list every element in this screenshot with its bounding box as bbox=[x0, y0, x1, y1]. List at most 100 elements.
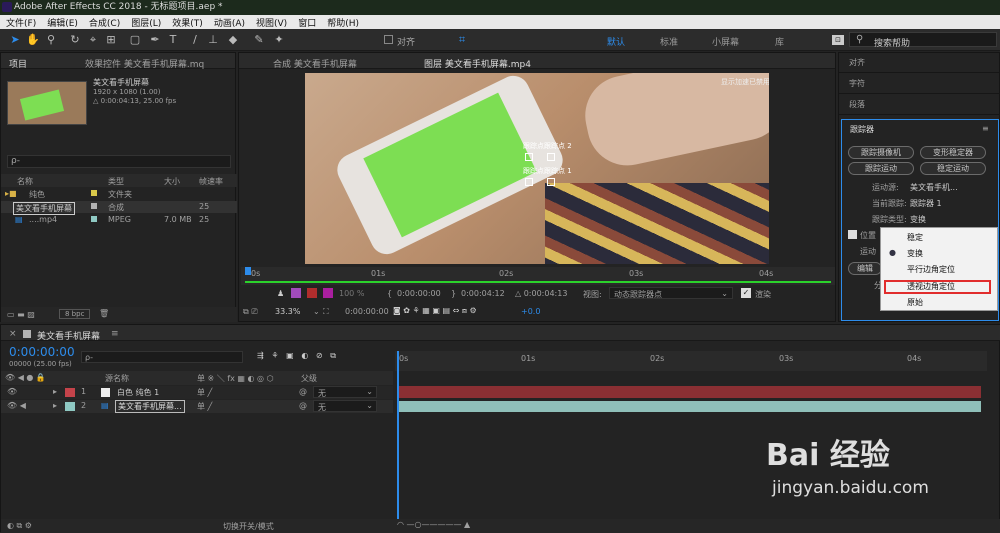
color-icon[interactable] bbox=[323, 288, 333, 298]
menu-item-perspective-corner-pin[interactable]: 透视边角定位 bbox=[907, 281, 955, 293]
pickwhip-icon[interactable]: @ bbox=[299, 387, 307, 396]
panel-menu-icon[interactable]: ≡ bbox=[111, 329, 119, 339]
menu-window[interactable]: 窗口 bbox=[298, 16, 316, 29]
toggle-switches-modes[interactable]: 切换开关/模式 bbox=[223, 521, 274, 532]
layout-icon[interactable]: ⊡ bbox=[832, 35, 844, 45]
col-name[interactable]: 名称 bbox=[17, 176, 33, 187]
camera-tool-icon[interactable]: ⌖ bbox=[86, 33, 100, 47]
clone-stamp-tool-icon[interactable]: ⊥ bbox=[206, 33, 220, 47]
timeline-toggle-icons[interactable]: ◐ ⧉ ⚙ bbox=[7, 521, 32, 531]
col-type[interactable]: 类型 bbox=[108, 176, 124, 187]
workspace-default[interactable]: 默认 bbox=[607, 35, 625, 48]
current-track-value[interactable]: 跟踪器 1 bbox=[910, 198, 942, 209]
paragraph-panel-header[interactable]: 段落 bbox=[839, 95, 1000, 115]
edit-target-button[interactable]: 编辑 bbox=[848, 262, 882, 275]
visibility-icon[interactable]: 👁 bbox=[7, 387, 17, 396]
timeline-timecode[interactable]: 0:00:00:00 bbox=[9, 345, 75, 359]
view-dropdown[interactable]: 动态跟踪器点 ⌄ bbox=[609, 287, 733, 299]
layer-label-color[interactable] bbox=[65, 402, 75, 411]
menu-item-raw[interactable]: 原始 bbox=[907, 297, 923, 309]
trash-icon[interactable]: 🗑 bbox=[99, 309, 109, 318]
menu-item-parallel-corner-pin[interactable]: 平行边角定位 bbox=[907, 264, 955, 276]
menu-item-transform[interactable]: 变换 bbox=[907, 248, 923, 260]
tab-timeline-comp[interactable]: 美文看手机屏幕 bbox=[37, 329, 100, 342]
type-tool-icon[interactable]: T bbox=[166, 33, 180, 47]
close-icon[interactable]: × bbox=[9, 329, 17, 339]
menu-layer[interactable]: 图层(L) bbox=[131, 16, 161, 29]
layer-label-color[interactable] bbox=[65, 388, 75, 397]
table-row[interactable]: 👁 ◀ ▸ 2 ▤ 美文看手机屏幕... 单 ╱ @ 无 ⌄ bbox=[1, 400, 393, 413]
zoom-value[interactable]: 33.3% bbox=[275, 307, 300, 316]
roto-brush-tool-icon[interactable]: ✎ bbox=[252, 33, 266, 47]
position-checkbox[interactable] bbox=[848, 230, 857, 239]
track-camera-button[interactable]: 跟踪摄像机 bbox=[848, 146, 914, 159]
current-time-indicator[interactable] bbox=[397, 351, 399, 521]
in-point-bracket-icon[interactable]: { bbox=[387, 289, 392, 298]
layer-1-duration-bar[interactable] bbox=[397, 386, 981, 398]
pan-behind-tool-icon[interactable]: ⊞ bbox=[104, 33, 118, 47]
brush-tool-icon[interactable]: / bbox=[188, 33, 202, 47]
zoom-slider[interactable]: ◠ —○————— ▲ bbox=[397, 520, 470, 529]
rotate-tool-icon[interactable]: ↻ bbox=[68, 33, 82, 47]
snap-icon[interactable]: ⌗ bbox=[455, 33, 469, 47]
shy-switch-icon[interactable]: 单 ╱ bbox=[197, 401, 212, 412]
panel-menu-icon[interactable]: ≡ bbox=[982, 124, 989, 133]
menu-item-stabilize[interactable]: 稳定 bbox=[907, 232, 923, 244]
puppet-tool-icon[interactable]: ✦ bbox=[272, 33, 286, 47]
parent-dropdown[interactable]: 无 ⌄ bbox=[313, 400, 377, 412]
visibility-icon[interactable]: 👁 ◀ bbox=[7, 401, 26, 410]
fill-icon[interactable] bbox=[307, 288, 317, 298]
list-item[interactable]: ▤ ....mp4 MPEG 7.0 MB 25 bbox=[1, 214, 237, 226]
layer-footage-frame[interactable]: 显示加速已禁用 跟踪点跟踪点 2 跟踪点跟踪点 1 bbox=[305, 73, 769, 264]
col-parent[interactable]: 父级 bbox=[301, 373, 317, 384]
menu-help[interactable]: 帮助(H) bbox=[327, 16, 359, 29]
rectangle-tool-icon[interactable]: ▢ bbox=[128, 33, 142, 47]
col-size[interactable]: 大小 bbox=[164, 176, 180, 187]
tab-composition[interactable]: 合成 美文看手机屏幕 bbox=[273, 57, 357, 70]
track-motion-button[interactable]: 跟踪运动 bbox=[848, 162, 914, 175]
warp-stabilizer-button[interactable]: 变形稳定器 bbox=[920, 146, 986, 159]
workspace-small-screen[interactable]: 小屏幕 bbox=[712, 35, 739, 48]
timeline-search-input[interactable]: ρ- bbox=[81, 351, 243, 363]
menu-edit[interactable]: 编辑(E) bbox=[47, 16, 78, 29]
zoom-tool-icon[interactable]: ⚲ bbox=[44, 33, 58, 47]
mask-icon[interactable] bbox=[291, 288, 301, 298]
menu-composition[interactable]: 合成(C) bbox=[89, 16, 120, 29]
align-checkbox[interactable] bbox=[384, 35, 393, 44]
timeline-ruler[interactable]: 0s 01s 02s 03s 04s bbox=[395, 351, 987, 371]
track-point-2-search[interactable] bbox=[547, 153, 555, 161]
walk-icon[interactable]: ♟ bbox=[277, 289, 284, 298]
exposure-value[interactable]: +0.0 bbox=[521, 307, 540, 316]
workspace-library[interactable]: 库 bbox=[775, 35, 784, 48]
hand-tool-icon[interactable]: ✋ bbox=[26, 33, 40, 47]
parent-dropdown[interactable]: 无 ⌄ bbox=[313, 386, 377, 398]
out-point-bracket-icon[interactable]: } bbox=[451, 289, 456, 298]
menu-file[interactable]: 文件(F) bbox=[6, 16, 36, 29]
menu-effect[interactable]: 效果(T) bbox=[172, 16, 203, 29]
workspace-standard[interactable]: 标准 bbox=[660, 35, 678, 48]
col-source-name[interactable]: 源名称 bbox=[105, 373, 129, 384]
table-row[interactable]: 👁 ▸ 1 白色 纯色 1 单 ╱ @ 无 ⌄ bbox=[1, 386, 393, 399]
pickwhip-icon[interactable]: @ bbox=[299, 401, 307, 410]
tab-project[interactable]: 项目 bbox=[9, 57, 27, 70]
chevron-down-icon[interactable]: ⌄ bbox=[313, 307, 320, 316]
fit-icon[interactable]: ⛶ bbox=[323, 307, 329, 317]
bpc-button[interactable]: 8 bpc bbox=[59, 309, 91, 319]
render-checkbox[interactable]: ✓ bbox=[741, 288, 751, 298]
track-point-1-search[interactable] bbox=[547, 178, 555, 186]
tab-effect-controls[interactable]: 效果控件 美文看手机屏幕.mq bbox=[85, 57, 204, 70]
layer-name[interactable]: 美文看手机屏幕... bbox=[115, 400, 185, 413]
interpret-footage-icon[interactable]: ▭ ▬ ▨ bbox=[7, 310, 35, 319]
col-fps[interactable]: 帧速率 bbox=[199, 176, 223, 187]
help-search-input[interactable]: ⚲ 搜索帮助 bbox=[849, 32, 997, 49]
playhead-icon[interactable] bbox=[245, 267, 251, 275]
track-point-1-feature[interactable] bbox=[525, 178, 533, 186]
layer-2-duration-bar[interactable] bbox=[397, 401, 981, 412]
track-point-2-feature[interactable] bbox=[525, 153, 533, 161]
tab-layer[interactable]: 图层 美文看手机屏幕.mp4 bbox=[424, 57, 531, 70]
motion-source-value[interactable]: 美文看手机... bbox=[910, 182, 958, 193]
align-panel-header[interactable]: 对齐 bbox=[839, 53, 1000, 73]
list-item[interactable]: 美文看手机屏幕 合成 25 bbox=[1, 201, 237, 215]
timeline-switch-icons[interactable]: ⇶ ⚘ ▣ ◐ ⊘ ⧉ bbox=[257, 351, 336, 361]
work-area-bar[interactable] bbox=[245, 281, 831, 283]
